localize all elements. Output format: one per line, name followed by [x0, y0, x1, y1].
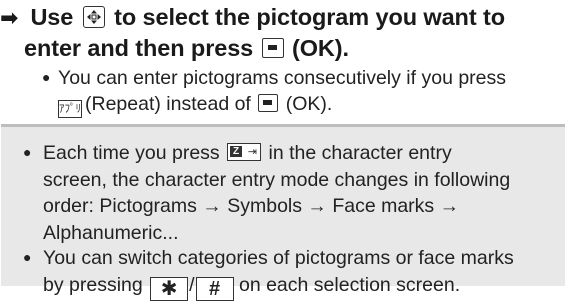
step-text-use: Use: [30, 4, 74, 30]
note-1-text-b: in the character entry: [268, 142, 452, 164]
step-line-1: ➡ Use to select the pictogram you want t…: [0, 2, 566, 33]
bullet-dot-icon: ●: [23, 249, 32, 265]
sub-bullet-text-ok: (OK).: [285, 93, 333, 115]
star-key-icon: ✱: [150, 276, 189, 301]
note-2-text-a: You can switch categories of pictograms …: [43, 247, 514, 269]
note-1-line-3: order: Pictograms → Symbols → Face marks…: [43, 195, 460, 217]
sub-bullet-line-1: ● You can enter pictograms consecutively …: [42, 64, 562, 91]
sub-bullet-text-1: You can enter pictograms consecutively i…: [58, 67, 507, 89]
note-2-text-by-pressing: by pressing: [43, 273, 143, 296]
sub-bullet-note: ● You can enter pictograms consecutively …: [42, 64, 562, 118]
step-arrow-icon: ➡: [0, 5, 19, 30]
note-2-text-b: on each selection screen.: [238, 273, 461, 296]
bullet-dot-icon: ●: [42, 69, 51, 85]
instruction-step: ➡ Use to select the pictogram you want t…: [0, 2, 566, 63]
notes-box: ● Each time you press Z ⇥ in the character…: [1, 124, 565, 301]
step-text-select: to select the pictogram you want to: [114, 4, 505, 30]
note-1-line-4: Alphanumeric...: [43, 221, 179, 244]
note-2-line-2: by pressing ✱ / # on each selection screen…: [23, 272, 563, 301]
hash-key-icon: #: [195, 276, 234, 301]
ok-key-icon: [261, 38, 284, 58]
note-2-line-1: ● You can switch categories of pictograms…: [23, 244, 563, 272]
note-1-text-a: Each time you press: [43, 142, 220, 164]
sub-bullet-text-repeat: (Repeat) instead of: [85, 93, 251, 115]
step-line-2: enter and then press (OK).: [0, 33, 566, 63]
key-separator: /: [189, 273, 195, 296]
note-1-line-2: screen, the character entry mode changes…: [43, 168, 511, 191]
bullet-dot-icon: ●: [23, 144, 32, 160]
note-mode-cycle: ● Each time you press Z ⇥ in the character…: [23, 139, 563, 246]
navigation-key-icon: [82, 6, 105, 28]
step-text-ok: (OK).: [292, 35, 349, 61]
repeat-key-icon: ｱﾌﾟﾘ: [58, 100, 82, 118]
note-switch-categories: ● You can switch categories of pictograms…: [23, 244, 563, 301]
sub-bullet-line-2: ｱﾌﾟﾘ (Repeat) instead of (OK).: [42, 91, 562, 118]
note-1-line-1: ● Each time you press Z ⇥ in the character…: [23, 139, 563, 167]
ok-key-icon: [258, 94, 279, 112]
mode-switch-key-icon: Z ⇥: [227, 143, 262, 161]
step-text-enter: enter and then press: [24, 35, 254, 61]
